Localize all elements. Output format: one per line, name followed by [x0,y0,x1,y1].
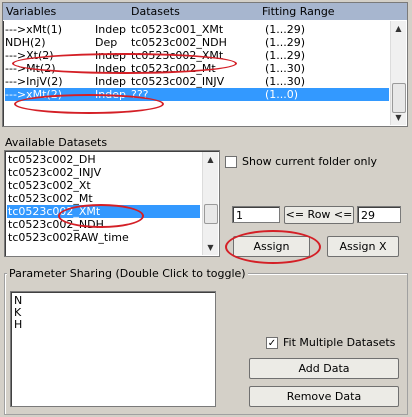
fit-row-variable: --->Mt(2) [5,62,56,75]
fit-row-range: (1...29) [265,36,306,49]
fit-row-range: (1...29) [265,23,306,36]
datasets-scrollbar[interactable]: ▲ ▼ [202,152,218,255]
fit-row-kind: Indep [95,62,126,75]
row-range-button[interactable]: <= Row <= [284,206,354,224]
row-from-input[interactable]: 1 [232,206,280,223]
show-current-folder-checkbox[interactable] [225,156,237,168]
fit-row-range: (1...29) [265,49,306,62]
scroll-thumb[interactable] [204,204,218,224]
dataset-list-item[interactable]: tc0523c002_XMt [7,205,200,218]
scroll-down-icon[interactable]: ▼ [203,240,218,255]
scroll-up-icon[interactable]: ▲ [391,21,406,36]
fit-row-dataset: tc0523c001_XMt [131,23,224,36]
fit-row[interactable]: --->Xt(2) Indep tc0523c002_XMt (1...29) [5,49,389,62]
assign-x-button[interactable]: Assign X [327,236,399,257]
header-fitting-range[interactable]: Fitting Range [262,5,335,18]
fit-row-kind: Indep [95,23,126,36]
dataset-list-item[interactable]: tc0523c002_Xt [7,179,200,192]
fit-multiple-checkbox[interactable]: ✓ [266,337,278,349]
fit-row[interactable]: NDH(2) Dep tc0523c002_NDH (1...29) [5,36,389,49]
fit-variables-list[interactable]: Variables Datasets Fitting Range --->xMt… [2,2,408,127]
fit-row-variable: --->xMt(1) [5,23,63,36]
fit-row-dataset: tc0523c002_NDH [131,36,227,49]
dataset-list-item[interactable]: tc0523c002_DH [7,153,200,166]
fit-row-kind: Indep [95,49,126,62]
dataset-list-item[interactable]: tc0523c002_INJV [7,166,200,179]
dataset-list-item[interactable]: tc0523c002RAW_time [7,231,200,244]
parameter-item[interactable]: H [14,318,22,331]
row-to-input[interactable]: 29 [357,206,401,223]
fit-row-range: (1...30) [265,62,306,75]
scroll-up-icon[interactable]: ▲ [203,152,218,167]
fit-row[interactable]: --->InjV(2) Indep tc0523c002_INJV (1...30) [5,75,389,88]
fit-list-scrollbar[interactable]: ▲ ▼ [390,21,406,125]
scroll-down-icon[interactable]: ▼ [391,110,406,125]
fit-row-kind: Indep [95,88,126,101]
fit-row[interactable]: --->xMt(2) Indep??? (1...0) [5,88,389,101]
list-header: Variables Datasets Fitting Range [3,3,407,21]
fit-row-kind: Indep [95,75,126,88]
fit-row[interactable]: --->xMt(1) Indep tc0523c001_XMt (1...29) [5,23,389,36]
fit-row-dataset: tc0523c002_XMt [131,49,224,62]
fit-row-variable: --->Xt(2) [5,49,54,62]
fit-row[interactable]: --->Mt(2) Indep tc0523c002_Mt (1...30) [5,62,389,75]
header-datasets[interactable]: Datasets [131,5,180,18]
fit-row-variable: NDH(2) [5,36,46,49]
add-data-button[interactable]: Add Data [249,358,399,379]
available-datasets-label: Available Datasets [5,136,108,149]
dataset-list-item[interactable]: tc0523c002_NDH [7,218,200,231]
header-variables[interactable]: Variables [6,5,56,18]
scroll-thumb[interactable] [392,83,406,113]
fit-row-dataset: tc0523c002_Mt [131,62,216,75]
fit-row-variable: --->xMt(2) [5,88,63,101]
available-datasets-list[interactable]: tc0523c002_DH tc0523c002_INJV tc0523c002_X… [4,150,220,257]
remove-data-button[interactable]: Remove Data [249,386,399,407]
fit-row-dataset: ??? [131,88,149,101]
dataset-list-item[interactable]: tc0523c002_Mt [7,192,200,205]
show-current-folder-label: Show current folder only [242,155,378,168]
fit-dataset-panel: Variables Datasets Fitting Range --->xMt… [0,0,412,417]
fit-row-range: (1...30) [265,75,306,88]
parameter-list[interactable]: NKH [10,291,216,407]
assign-button[interactable]: Assign [233,236,310,257]
fit-row-range: (1...0) [265,88,299,101]
fit-row-kind: Dep [95,36,118,49]
parameter-sharing-label: Parameter Sharing (Double Click to toggl… [7,267,248,280]
fit-row-variable: --->InjV(2) [5,75,63,88]
fit-multiple-label: Fit Multiple Datasets [283,336,396,349]
fit-row-dataset: tc0523c002_INJV [131,75,225,88]
